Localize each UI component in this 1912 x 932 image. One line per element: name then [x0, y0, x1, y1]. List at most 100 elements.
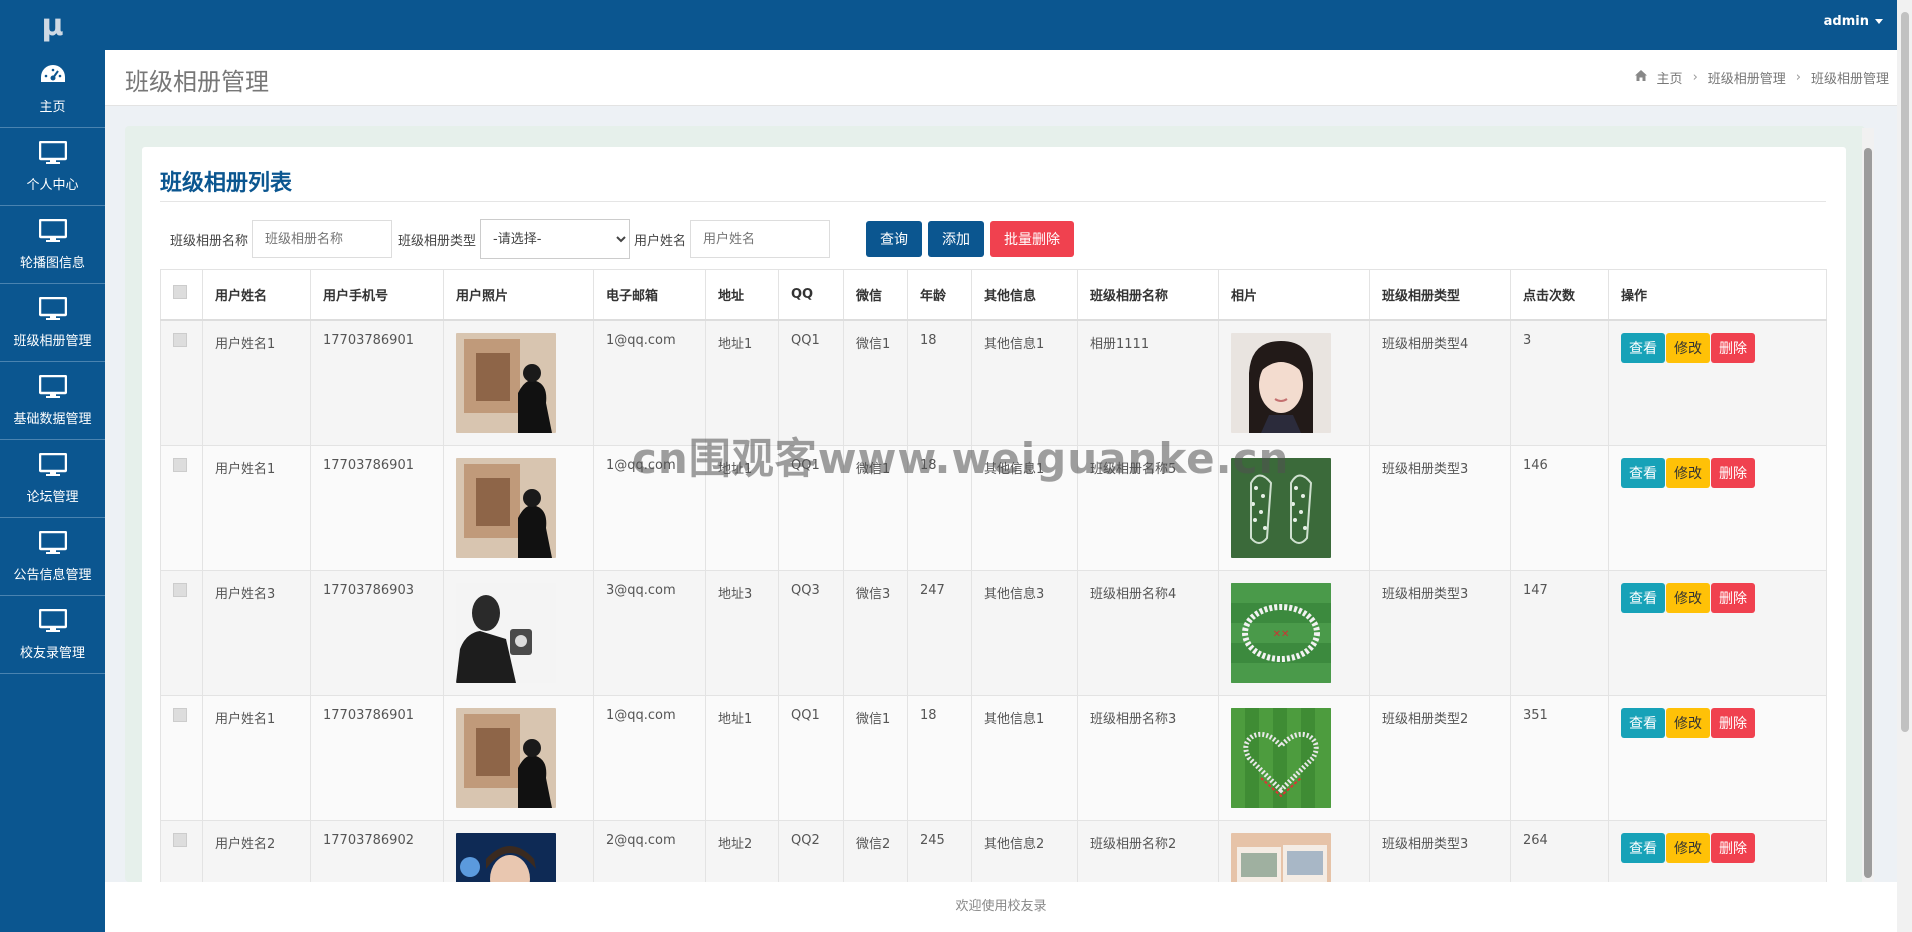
album-photo[interactable] — [1231, 457, 1331, 558]
row-checkbox[interactable] — [173, 457, 187, 472]
cell-actions: 查看 修改 删除 — [1608, 319, 1827, 446]
query-button[interactable]: 查询 — [866, 221, 923, 257]
cell-photo — [1218, 319, 1370, 446]
user-name-input[interactable] — [690, 220, 831, 258]
cell-actions: 查看 修改 删除 — [1608, 569, 1827, 696]
view-button[interactable]: 查看 — [1621, 582, 1665, 613]
sidebar-item-personal-center[interactable]: 个人中心 — [0, 128, 105, 206]
sidebar-item-carousel[interactable]: 轮播图信息 — [0, 206, 105, 284]
album-type-select[interactable]: -请选择- — [480, 219, 631, 259]
delete-button[interactable]: 删除 — [1711, 582, 1755, 613]
cell-album-name: 班级相册名称5 — [1077, 444, 1219, 571]
row-checkbox[interactable] — [173, 332, 187, 347]
cell-photo — [1218, 444, 1370, 571]
cell-other-info: 其他信息2 — [971, 819, 1078, 887]
album-photo[interactable] — [1231, 707, 1331, 808]
footer: 欢迎使用校友录 — [105, 882, 1897, 932]
user-photo[interactable] — [456, 457, 556, 558]
row-select-cell — [160, 819, 203, 887]
view-button[interactable]: 查看 — [1621, 707, 1665, 738]
delete-button[interactable]: 删除 — [1711, 832, 1755, 863]
cell-album-type: 班级相册类型3 — [1369, 819, 1511, 887]
page-scrollbar[interactable] — [1897, 0, 1912, 932]
breadcrumb-item[interactable]: 班级相册管理 — [1708, 68, 1786, 87]
cell-other-info: 其他信息1 — [971, 444, 1078, 571]
column-header: 其他信息 — [971, 269, 1078, 321]
cell-actions: 查看 修改 删除 — [1608, 444, 1827, 571]
edit-button[interactable]: 修改 — [1666, 582, 1710, 613]
cell-other-info: 其他信息1 — [971, 319, 1078, 446]
table-row: 用户姓名1 17703786901 1@qq.com 地址1 QQ1 微信1 1… — [160, 444, 1827, 571]
user-photo[interactable] — [456, 707, 556, 808]
row-select-cell — [160, 694, 203, 821]
sidebar-item-label: 基础数据管理 — [13, 412, 92, 427]
column-header: 微信 — [843, 269, 908, 321]
sidebar-item-announcements[interactable]: 公告信息管理 — [0, 518, 105, 596]
user-name: admin — [1823, 14, 1869, 29]
user-photo[interactable] — [456, 832, 556, 888]
sidebar-item-home[interactable]: 主页 — [0, 50, 105, 128]
cell-clicks: 146 — [1510, 444, 1609, 571]
sidebar-item-basic-data[interactable]: 基础数据管理 — [0, 362, 105, 440]
view-button[interactable]: 查看 — [1621, 332, 1665, 363]
cell-clicks: 264 — [1510, 819, 1609, 887]
select-all-cell — [160, 269, 203, 321]
cell-age: 245 — [907, 819, 972, 887]
row-select-cell — [160, 569, 203, 696]
cell-email: 1@qq.com — [593, 444, 706, 571]
album-photo[interactable] — [1231, 832, 1331, 888]
sidebar-item-album-management[interactable]: 班级相册管理 — [0, 284, 105, 362]
sidebar-item-alumni[interactable]: 校友录管理 — [0, 596, 105, 674]
table-row: 用户姓名1 17703786901 1@qq.com 地址1 QQ1 微信1 1… — [160, 319, 1827, 446]
view-button[interactable]: 查看 — [1621, 457, 1665, 488]
cell-qq: QQ1 — [778, 694, 844, 821]
breadcrumb-home[interactable]: 主页 — [1657, 68, 1683, 87]
user-photo[interactable] — [456, 582, 556, 683]
breadcrumb-separator-icon: › — [1692, 70, 1698, 85]
scrollbar-thumb[interactable] — [1864, 148, 1872, 878]
cell-qq: QQ2 — [778, 819, 844, 887]
cell-user-photo — [443, 319, 594, 446]
cell-qq: QQ3 — [778, 569, 844, 696]
cell-phone: 17703786901 — [310, 444, 444, 571]
add-button[interactable]: 添加 — [928, 221, 985, 257]
sidebar-item-label: 公告信息管理 — [13, 568, 92, 583]
table-header-row: 用户姓名 用户手机号 用户照片 电子邮箱 地址 QQ 微信 年龄 其他信息 班级… — [160, 269, 1827, 321]
edit-button[interactable]: 修改 — [1666, 707, 1710, 738]
delete-button[interactable]: 删除 — [1711, 707, 1755, 738]
delete-button[interactable]: 删除 — [1711, 332, 1755, 363]
app-logo[interactable]: μ — [0, 0, 105, 50]
scrollbar-thumb[interactable] — [1901, 12, 1909, 732]
breadcrumb-current: 班级相册管理 — [1810, 72, 1889, 87]
select-all-checkbox[interactable] — [173, 285, 187, 300]
monitor-icon — [38, 608, 68, 634]
user-menu[interactable]: admin — [1824, 14, 1883, 29]
album-photo[interactable]: ✕✕ — [1231, 582, 1331, 683]
page-header: 班级相册管理 主页 › 班级相册管理 › 班级相册管理 — [105, 50, 1897, 106]
edit-button[interactable]: 修改 — [1666, 832, 1710, 863]
row-checkbox[interactable] — [173, 582, 187, 597]
album-name-input[interactable] — [252, 220, 393, 258]
sidebar-item-forum[interactable]: 论坛管理 — [0, 440, 105, 518]
row-checkbox[interactable] — [173, 707, 187, 722]
cell-album-name: 班级相册名称3 — [1077, 694, 1219, 821]
user-photo[interactable] — [456, 332, 556, 433]
column-header: 电子邮箱 — [593, 269, 706, 321]
edit-button[interactable]: 修改 — [1666, 457, 1710, 488]
cell-album-type: 班级相册类型2 — [1369, 694, 1511, 821]
column-header: 用户姓名 — [202, 269, 311, 321]
edit-button[interactable]: 修改 — [1666, 332, 1710, 363]
delete-button[interactable]: 删除 — [1711, 457, 1755, 488]
batch-delete-button[interactable]: 批量删除 — [990, 221, 1075, 257]
row-checkbox[interactable] — [173, 832, 187, 847]
cell-photo — [1218, 694, 1370, 821]
user-name-label: 用户姓名 — [634, 233, 687, 249]
album-photo[interactable] — [1231, 332, 1331, 433]
sidebar-item-label: 班级相册管理 — [13, 334, 92, 349]
cell-user-photo — [443, 444, 594, 571]
cell-phone: 17703786901 — [310, 694, 444, 821]
content-scrollbar[interactable] — [1862, 128, 1874, 882]
monitor-icon — [38, 452, 68, 478]
album-type-label: 班级相册类型 — [398, 233, 477, 249]
view-button[interactable]: 查看 — [1621, 832, 1665, 863]
